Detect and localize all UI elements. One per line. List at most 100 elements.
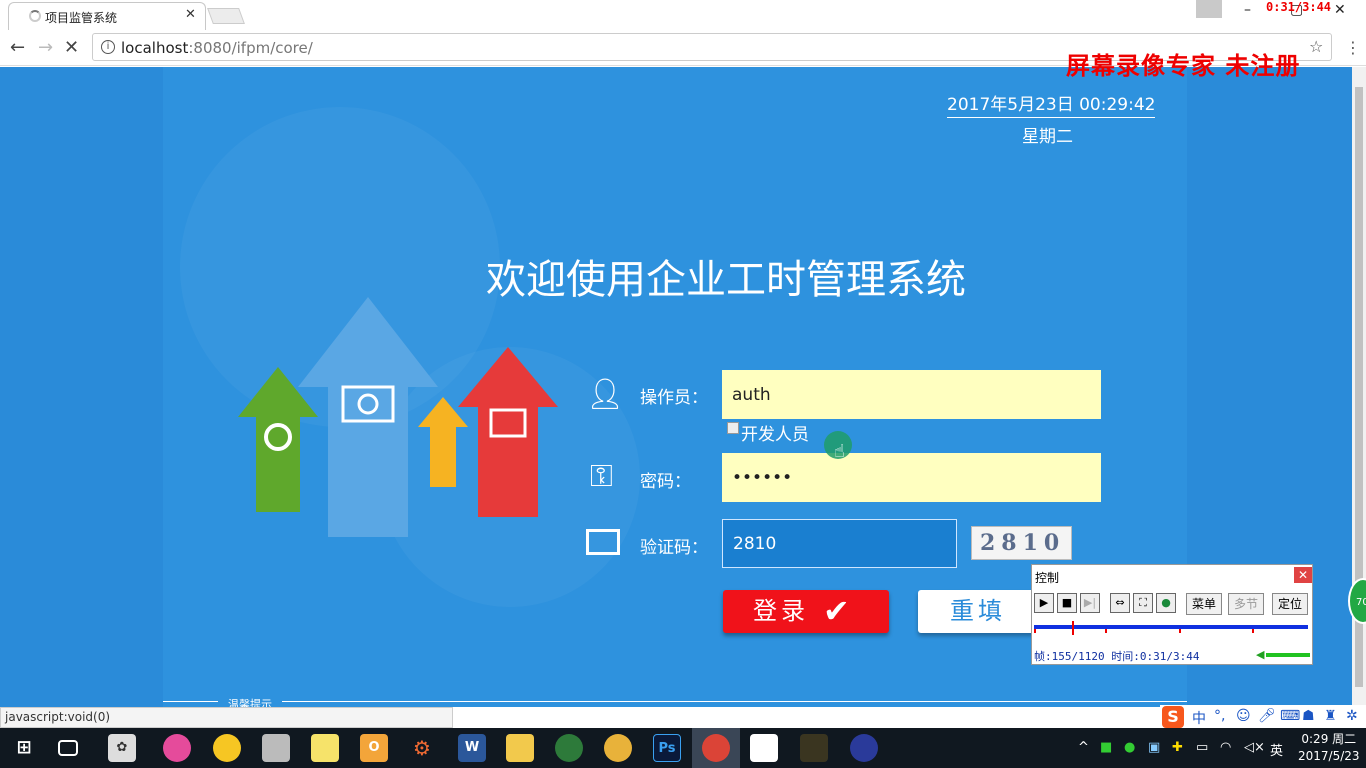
app-pinwheel-icon[interactable]: ✿ xyxy=(108,734,136,762)
stop-icon[interactable]: ■ xyxy=(1057,593,1077,613)
clock-date: 2017/5/23 xyxy=(1298,749,1360,763)
current-datetime: 2017年5月23日 00:29:42 xyxy=(947,90,1156,118)
password-input[interactable] xyxy=(722,453,1101,502)
loading-spinner-icon xyxy=(29,10,41,22)
record-time: 0:31/3:44 xyxy=(1266,0,1332,14)
operator-label: 操作员： xyxy=(640,388,708,408)
ime-english-indicator[interactable]: 英 xyxy=(1270,740,1283,759)
control-close-icon[interactable]: ✕ xyxy=(1294,567,1312,583)
info-icon[interactable]: i xyxy=(101,40,115,54)
bottom-divider xyxy=(163,701,1187,702)
app-design-icon[interactable] xyxy=(800,734,828,762)
playback-position-marker[interactable] xyxy=(1072,621,1074,635)
key-icon: ⚿ xyxy=(590,459,613,494)
fullscreen-icon[interactable]: ⛶ xyxy=(1133,593,1153,613)
captcha-label: 验证码： xyxy=(640,538,708,558)
forward-arrow-icon[interactable]: → xyxy=(38,37,53,58)
new-tab-button[interactable] xyxy=(207,8,245,24)
hand-cursor-icon: ☝ xyxy=(834,441,845,462)
wifi-icon[interactable]: ◠ xyxy=(1220,740,1231,755)
tray-plus-icon[interactable]: ✚ xyxy=(1172,740,1183,755)
fit-window-icon[interactable]: ⇔ xyxy=(1110,593,1130,613)
password-label: 密码： xyxy=(640,472,691,492)
menu-button[interactable]: 菜单 xyxy=(1186,593,1222,615)
section-marker xyxy=(1252,629,1254,633)
punctuation-icon[interactable]: °, xyxy=(1214,708,1225,724)
clock-time: 0:29 周二 xyxy=(1301,732,1357,746)
app-browser-icon[interactable] xyxy=(213,734,241,762)
tray-app-icon[interactable]: ■ xyxy=(1100,740,1112,755)
task-view-icon[interactable] xyxy=(58,740,78,756)
ime-toolbar: S 中 °, ☺ 🎤︎ ⌨ ☗ ♜ ✲ xyxy=(1160,705,1366,729)
shirt-icon[interactable]: ♜ xyxy=(1324,708,1337,724)
app-gear-icon[interactable]: ⚙ xyxy=(408,734,436,762)
wrench-icon[interactable]: ✲ xyxy=(1346,708,1358,724)
microphone-icon[interactable]: 🎤︎ xyxy=(1258,708,1276,724)
app-chat-icon[interactable] xyxy=(604,734,632,762)
locate-button[interactable]: 定位 xyxy=(1272,593,1308,615)
file-explorer-icon[interactable] xyxy=(506,734,534,762)
battery-icon[interactable]: ▭ xyxy=(1196,740,1208,755)
volume-mute-icon[interactable]: ◁× xyxy=(1244,740,1265,755)
app-gift-icon[interactable] xyxy=(262,734,290,762)
close-window-icon[interactable]: ✕ xyxy=(1334,2,1346,18)
browser-menu-icon[interactable]: ⋮ xyxy=(1345,38,1361,57)
app-colorwheel-icon[interactable] xyxy=(163,734,191,762)
emoji-icon[interactable]: ☺ xyxy=(1236,708,1251,724)
cursor-follow-icon[interactable]: ● xyxy=(1156,593,1176,613)
minimize-icon[interactable]: – xyxy=(1244,2,1251,18)
photoshop-icon[interactable]: Ps xyxy=(653,734,681,762)
captcha-icon xyxy=(586,529,620,555)
next-frame-icon[interactable]: ▶| xyxy=(1080,593,1100,613)
app-outlook-icon[interactable]: O xyxy=(360,734,388,762)
taskbar: ⊞ ✿ O ⚙ W Ps ^ ■ ● ▣ ✚ ▭ ◠ ◁× 英 0:29 周二 … xyxy=(0,728,1366,768)
yellow-arrow xyxy=(418,397,468,487)
tab-bar: 项目监管系统 ✕ – ▢ ✕ 0:31/3:44 xyxy=(0,0,1366,30)
windows-start-icon[interactable]: ⊞ xyxy=(10,734,38,762)
app-rocket-icon[interactable] xyxy=(555,734,583,762)
app-s-icon[interactable] xyxy=(850,734,878,762)
playback-progress-track[interactable] xyxy=(1034,625,1308,629)
tray-expand-icon[interactable]: ^ xyxy=(1078,740,1089,755)
tab-close-icon[interactable]: ✕ xyxy=(185,7,196,22)
wechat-icon[interactable]: ● xyxy=(1124,740,1135,755)
red-arrow xyxy=(458,347,558,517)
frame-time-info: 帧:155/1120 时间:0:31/3:44 xyxy=(1034,650,1200,663)
reset-label: 重填 xyxy=(950,597,1006,625)
multi-section-button[interactable]: 多节 xyxy=(1228,593,1264,615)
word-icon[interactable]: W xyxy=(458,734,486,762)
play-icon[interactable]: ▶ xyxy=(1034,593,1054,613)
keyboard-icon[interactable]: ⌨ xyxy=(1280,708,1300,724)
green-arrow xyxy=(238,367,318,512)
stop-loading-icon[interactable]: ✕ xyxy=(64,37,79,58)
reset-button[interactable]: 重填 xyxy=(918,590,1036,633)
status-bar: javascript:void(0) xyxy=(0,707,453,728)
developer-checkbox[interactable] xyxy=(727,422,739,434)
app-chart-icon[interactable] xyxy=(750,734,778,762)
operator-input[interactable] xyxy=(722,370,1101,419)
sticky-notes-icon[interactable] xyxy=(311,734,339,762)
recorder-control-panel: 控制 ✕ ▶ ■ ▶| ⇔ ⛶ ● 菜单 多节 定位 帧:155/1120 时间… xyxy=(1031,564,1313,665)
blue-arrow xyxy=(298,297,438,537)
user-profile-icon[interactable] xyxy=(1196,0,1222,18)
bookmark-star-icon[interactable]: ☆ xyxy=(1309,37,1323,56)
tray-image-icon[interactable]: ▣ xyxy=(1148,740,1160,755)
growth-arrows-illustration xyxy=(238,297,558,537)
captcha-input[interactable] xyxy=(722,519,957,568)
captcha-image[interactable]: 2810 xyxy=(971,526,1072,560)
taskbar-clock[interactable]: 0:29 周二 2017/5/23 xyxy=(1298,731,1360,765)
recorder-watermark: 屏幕录像专家 未注册 xyxy=(1066,51,1301,80)
chrome-icon[interactable] xyxy=(702,734,730,762)
speaker-icon: ◀ xyxy=(1256,648,1265,661)
back-arrow-icon[interactable]: ← xyxy=(10,37,25,58)
bottom-tip: 温馨提示 xyxy=(218,696,282,707)
login-button[interactable]: 登录 ✔ xyxy=(723,590,889,633)
tab-project[interactable]: 项目监管系统 ✕ xyxy=(8,2,206,30)
user-skin-icon[interactable]: ☗ xyxy=(1302,708,1315,724)
url-text: localhost:8080/ifpm/core/ xyxy=(121,39,313,57)
ime-language[interactable]: 中 xyxy=(1192,708,1206,728)
sogou-icon[interactable]: S xyxy=(1162,706,1184,728)
volume-slider[interactable] xyxy=(1266,653,1310,657)
checkmark-icon: ✔ xyxy=(823,592,854,630)
current-weekday: 星期二 xyxy=(1022,127,1073,147)
